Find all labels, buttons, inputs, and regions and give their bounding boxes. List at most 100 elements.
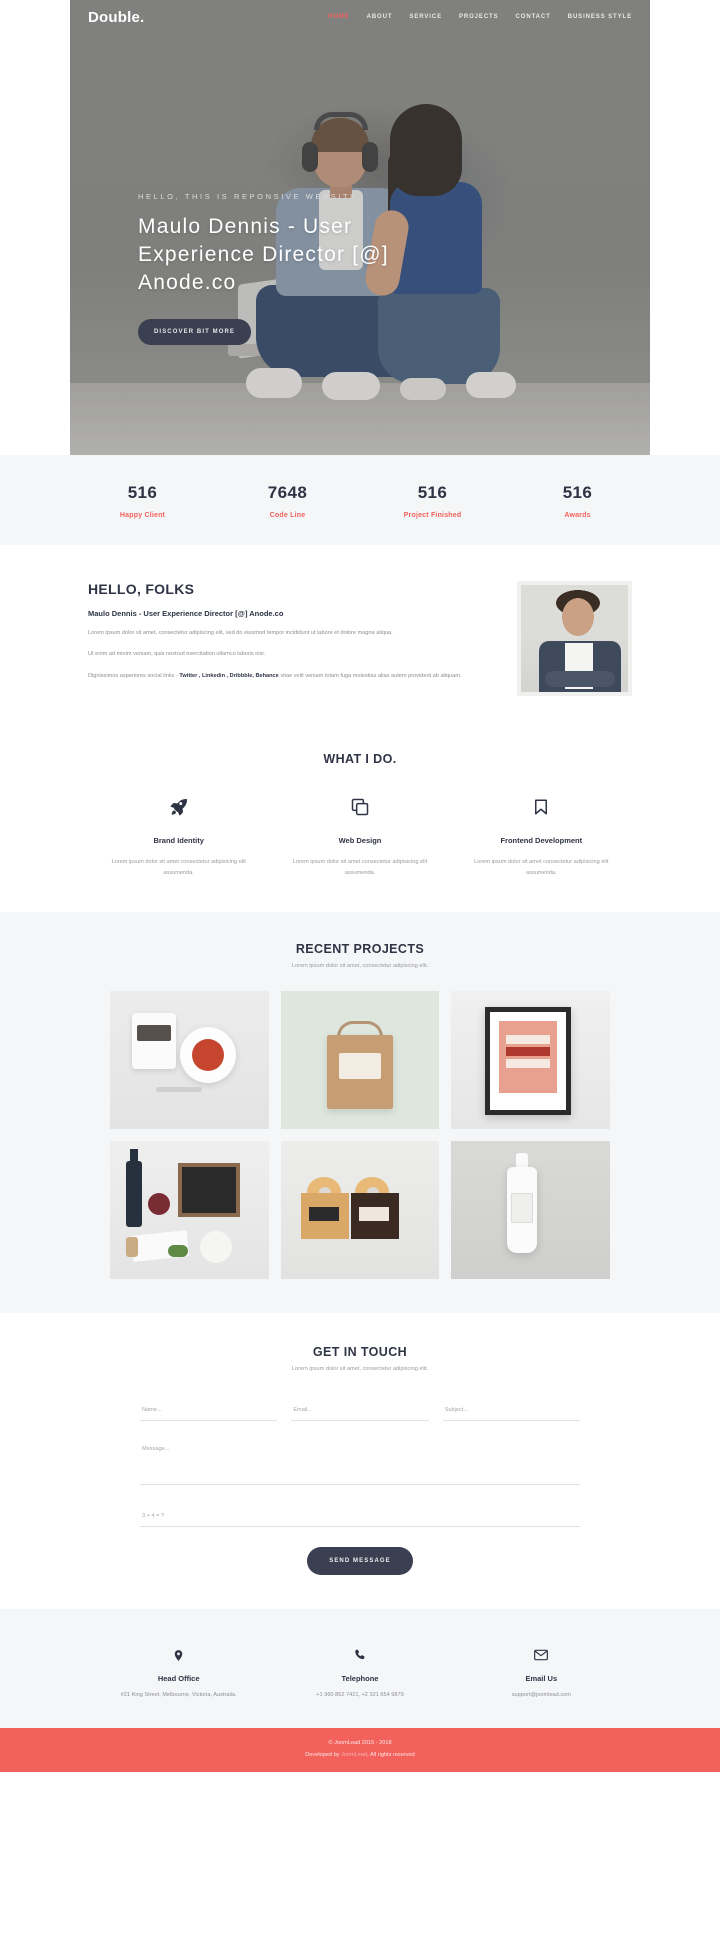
page-root: Double. HOME ABOUT SERVICE PROJECTS CONT… xyxy=(0,0,720,1773)
bookmark-icon xyxy=(461,792,622,822)
project-cork xyxy=(126,1237,138,1258)
project-bag-label xyxy=(338,1053,381,1080)
contact-title: GET IN TOUCH xyxy=(312,1345,408,1360)
hero-copy: HELLO, THIS IS REPONSIVE WEBSITE Maulo D… xyxy=(138,192,468,345)
nav-item-home[interactable]: HOME xyxy=(328,14,350,20)
contact-form-row-top xyxy=(140,1398,580,1422)
project-box-label-2 xyxy=(358,1207,389,1222)
copyright-bar: © JoomLead 2015 - 2018 Developed by Joom… xyxy=(0,1728,720,1773)
stat-code-line: 7648 Code Line xyxy=(215,483,360,519)
subject-field-wrapper xyxy=(442,1398,580,1422)
copyright-line-2: Developed by JoomLead, All rights reserv… xyxy=(0,1752,720,1758)
name-input[interactable] xyxy=(140,1401,278,1422)
project-soup xyxy=(192,1039,224,1072)
project-card-coffee-cup-and-soup-bowl-mockup[interactable] xyxy=(110,991,269,1130)
project-card-paper-shopping-bag-mockup[interactable] xyxy=(280,991,440,1130)
project-wine-bottle xyxy=(126,1161,142,1228)
stat-happy-client: 516 Happy Client xyxy=(70,483,215,519)
project-poster-line-2 xyxy=(506,1047,551,1057)
about-heading: HELLO, FOLKS xyxy=(88,581,195,597)
email-input[interactable] xyxy=(291,1401,429,1422)
project-wine-glass xyxy=(148,1193,170,1216)
service-name: Web Design xyxy=(338,836,382,845)
project-card-white-bottle-mockup[interactable] xyxy=(451,1141,610,1280)
service-desc: Lorem ipsum dolor sit amet consectetur a… xyxy=(474,859,609,876)
footer-column-title: Telephone xyxy=(341,1674,379,1684)
stat-number: 516 xyxy=(562,483,593,502)
project-card-framed-poster-psd-mockup[interactable] xyxy=(451,991,610,1130)
envelope-icon xyxy=(459,1645,624,1665)
stat-label: Code Line xyxy=(269,512,306,519)
nav-item-projects[interactable]: PROJECTS xyxy=(459,14,499,20)
about-social-links[interactable]: Twitter , Linkedin , Dribbble, Behance xyxy=(179,673,278,679)
hero-section: Double. HOME ABOUT SERVICE PROJECTS CONT… xyxy=(70,0,650,455)
project-poster xyxy=(499,1021,558,1094)
services-title: WHAT I DO. xyxy=(323,752,397,766)
stats-row: 516 Happy Client 7648 Code Line 516 Proj… xyxy=(70,483,650,519)
service-brand-identity: Brand Identity Lorem ipsum dolor sit ame… xyxy=(88,792,269,878)
discover-more-button[interactable]: DISCOVER BIT MORE xyxy=(138,318,252,345)
project-herbs xyxy=(168,1245,188,1258)
services-section: WHAT I DO. Brand Identity Lorem ipsum do… xyxy=(0,724,720,913)
email-field-wrapper xyxy=(291,1398,429,1422)
footer-head-office: Head Office #21 King Street, Melbourne, … xyxy=(88,1645,269,1698)
portrait-crossed-arms xyxy=(545,671,615,687)
hero-title: Maulo Dennis - User Experience Director … xyxy=(138,215,389,294)
about-paragraph-2: Ut enim ad minim veniam, quis nostrud ex… xyxy=(88,651,266,658)
projects-section: RECENT PROJECTS Lorem ipsum dolor sit am… xyxy=(0,912,720,1314)
copyright-pre: Developed by xyxy=(305,1752,342,1759)
joomlead-link[interactable]: JoomLead xyxy=(341,1752,367,1758)
nav-item-business-style[interactable]: BUSINESS STYLE xyxy=(568,14,632,20)
stat-label: Project Finished xyxy=(403,512,462,519)
service-name: Brand Identity xyxy=(153,836,204,845)
project-bottle-label xyxy=(511,1193,534,1224)
about-p3-post: vitae velit veniam totam fuga molestias … xyxy=(278,672,462,679)
send-message-button[interactable]: SEND MESSAGE xyxy=(307,1547,413,1576)
copy-layers-icon xyxy=(279,792,440,822)
captcha-field-wrapper xyxy=(140,1504,580,1528)
hero-kicker: HELLO, THIS IS REPONSIVE WEBSITE xyxy=(138,192,358,201)
brand-logo[interactable]: Double. xyxy=(88,9,144,26)
stat-label: Awards xyxy=(564,512,591,519)
copyright-line-1: © JoomLead 2015 - 2018 xyxy=(328,1740,392,1747)
name-field-wrapper xyxy=(140,1398,278,1422)
footer-column-title: Head Office xyxy=(157,1674,200,1684)
projects-grid xyxy=(110,991,610,1280)
service-web-design: Web Design Lorem ipsum dolor sit amet co… xyxy=(269,792,450,878)
captcha-input[interactable] xyxy=(140,1507,580,1528)
footer-telephone: Telephone +1 960 852 7421, +2 321 654 98… xyxy=(269,1645,450,1698)
project-cup-label xyxy=(137,1025,171,1042)
footer-column-text: support@joomlead.com xyxy=(511,1692,571,1699)
project-poster-line-3 xyxy=(506,1059,551,1069)
service-frontend-development: Frontend Development Lorem ipsum dolor s… xyxy=(451,792,632,878)
contact-section: GET IN TOUCH Lorem ipsum dolor sit amet,… xyxy=(0,1313,720,1610)
services-row: Brand Identity Lorem ipsum dolor sit ame… xyxy=(70,792,650,878)
project-card-wine-bottle-and-chalkboard-mockup[interactable] xyxy=(110,1141,269,1280)
projects-subtitle: Lorem ipsum dolor sit amet, consectetur … xyxy=(291,963,429,970)
stats-section: 516 Happy Client 7648 Code Line 516 Proj… xyxy=(0,455,720,545)
site-header: Double. HOME ABOUT SERVICE PROJECTS CONT… xyxy=(70,0,650,34)
nav-item-about[interactable]: ABOUT xyxy=(367,14,393,20)
rocket-icon xyxy=(98,792,259,822)
project-coffee-cup xyxy=(132,1013,176,1070)
message-field-wrapper xyxy=(140,1439,580,1490)
subject-input[interactable] xyxy=(442,1401,580,1422)
footer-column-text: +1 960 852 7421, +2 321 654 9879 xyxy=(316,1692,404,1699)
main-navigation: HOME ABOUT SERVICE PROJECTS CONTACT BUSI… xyxy=(328,14,632,20)
footer-row: Head Office #21 King Street, Melbourne, … xyxy=(70,1645,650,1698)
message-textarea[interactable] xyxy=(140,1439,580,1486)
project-card-donut-boxes-packaging-mockup[interactable] xyxy=(280,1141,440,1280)
contact-subtitle: Lorem ipsum dolor sit amet, consectetur … xyxy=(291,1366,429,1373)
footer-email-us: Email Us support@joomlead.com xyxy=(451,1645,632,1698)
about-paragraph-3: Dignissimos asperiores social links - Tw… xyxy=(88,671,493,682)
nav-item-contact[interactable]: CONTACT xyxy=(516,14,551,20)
project-spoon xyxy=(156,1087,202,1093)
project-plate xyxy=(200,1231,232,1264)
projects-title: RECENT PROJECTS xyxy=(295,942,425,957)
stat-awards: 516 Awards xyxy=(505,483,650,519)
about-text: HELLO, FOLKS Maulo Dennis - User Experie… xyxy=(88,581,493,696)
service-desc: Lorem ipsum dolor sit amet consectetur a… xyxy=(292,859,428,876)
stat-number: 516 xyxy=(127,483,158,502)
nav-item-service[interactable]: SERVICE xyxy=(409,14,442,20)
stat-number: 7648 xyxy=(267,483,308,502)
